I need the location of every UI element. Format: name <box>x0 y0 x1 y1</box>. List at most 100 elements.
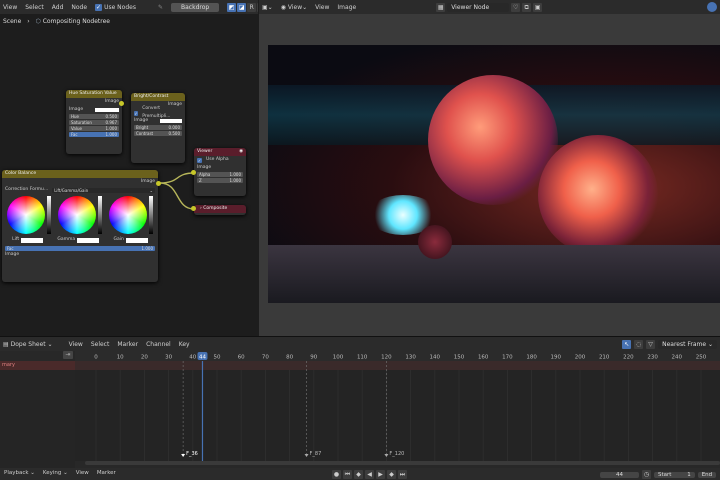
gain-value-slider[interactable] <box>148 196 153 234</box>
marker-label: F_36 <box>186 451 198 457</box>
viewer-area[interactable] <box>259 14 720 336</box>
marker-icon[interactable] <box>181 454 186 457</box>
hue-field[interactable]: Hue 0.500 <box>69 114 119 119</box>
start-frame-field[interactable]: Start 1 <box>654 471 695 478</box>
channel-r[interactable]: R <box>247 2 257 12</box>
bright-field[interactable]: Bright 0.000 <box>134 125 182 130</box>
menu-marker[interactable]: Marker <box>117 341 138 348</box>
menu-view[interactable]: View <box>315 4 329 11</box>
lift-swatch[interactable] <box>21 237 44 243</box>
pin-icon[interactable]: ✎ <box>158 4 163 11</box>
editor-type-icon[interactable]: ▣⌄ <box>262 4 273 11</box>
saturation-field[interactable]: Saturation 0.967 <box>69 120 119 125</box>
timeline-scrollbar[interactable] <box>85 461 720 465</box>
link-cb-to-composite <box>159 182 195 210</box>
gamma-color-wheel[interactable] <box>57 196 96 234</box>
alpha-field[interactable]: Alpha 1.000 <box>197 172 243 177</box>
snap-dropdown[interactable]: Nearest Frame ⌄ <box>658 339 717 349</box>
menu-view-mode[interactable]: ◉ View⌄ <box>281 4 307 11</box>
current-frame-label: 44 <box>199 355 206 361</box>
dope-sheet[interactable]: ▤ Dope Sheet ⌄ View Select Marker Channe… <box>0 337 720 468</box>
correction-method-dropdown[interactable]: Lift/Gamma/Gain ⌄ <box>52 187 155 193</box>
bright-contrast-node[interactable]: Bright/Contrast Image ✓ Convert Premultip… <box>131 93 185 163</box>
gamma-swatch[interactable] <box>77 237 100 243</box>
ruler-tick-label: 0 <box>94 355 98 361</box>
ghost-icon[interactable]: ◌ <box>634 339 644 349</box>
marker-icon[interactable] <box>304 454 309 457</box>
collapse-channels-button[interactable]: ⇥ <box>63 351 73 359</box>
hue-saturation-node[interactable]: Hue Saturation Value Image Image Hue 0.50… <box>66 90 122 154</box>
next-keyframe-icon[interactable]: ◆ <box>387 470 396 479</box>
viewer-toggle-icon[interactable]: ◉ <box>239 148 243 156</box>
unlink-icon[interactable]: ▣ <box>533 2 543 12</box>
use-nodes-toggle[interactable]: ✓ Use Nodes <box>95 3 136 11</box>
composite-node[interactable]: › Composite <box>194 205 246 215</box>
rgba-icon[interactable]: ◪ <box>237 2 247 12</box>
menu-playback[interactable]: Playback ⌄ <box>4 470 35 476</box>
render-preview <box>268 45 720 303</box>
lift-value-slider[interactable] <box>47 196 52 234</box>
rgb-icon[interactable]: ◩ <box>227 2 237 12</box>
prev-keyframe-icon[interactable]: ◆ <box>354 470 363 479</box>
editor-type-selector[interactable]: ▤ Dope Sheet ⌄ <box>3 341 53 348</box>
gamma-value-slider[interactable] <box>97 196 102 234</box>
fake-user-icon[interactable]: ♡ <box>511 2 521 12</box>
overlay-icon[interactable] <box>707 2 717 12</box>
channel-list[interactable]: mary <box>0 361 75 468</box>
menu-keying[interactable]: Keying ⌄ <box>43 470 68 476</box>
node-editor-header: View Select Add Node ✓ Use Nodes ✎ Backdr… <box>0 0 258 14</box>
gain-color-wheel[interactable] <box>108 196 147 234</box>
checkbox-icon[interactable]: ✓ <box>197 157 202 163</box>
socket-icon[interactable] <box>191 170 196 175</box>
keyframe-area[interactable]: F_36 F_87 F_120 <box>75 361 720 461</box>
channel-summary[interactable]: mary <box>0 361 75 370</box>
lift-color-wheel[interactable] <box>7 196 46 234</box>
dope-grid: F_36 F_87 F_120 <box>95 361 702 461</box>
socket-icon[interactable] <box>119 101 124 106</box>
channel-g[interactable]: G <box>257 2 258 12</box>
end-frame-field[interactable]: End <box>697 471 717 478</box>
contrast-field[interactable]: Contrast 0.500 <box>134 131 182 136</box>
gain-swatch[interactable] <box>125 237 148 243</box>
lift-wheel-group <box>7 196 52 234</box>
backdrop-button[interactable]: Backdrop <box>171 2 220 12</box>
jump-end-icon[interactable]: ⏭ <box>398 470 407 479</box>
menu-node[interactable]: Node <box>71 4 87 11</box>
marker-label: F_87 <box>310 451 322 457</box>
menu-image[interactable]: Image <box>337 4 356 11</box>
jump-start-icon[interactable]: ⏮ <box>343 470 352 479</box>
image-selector[interactable]: ▦ Viewer Node ♡ ⧉ ▣ <box>436 2 543 12</box>
menu-channel[interactable]: Channel <box>146 341 171 348</box>
checkbox-icon[interactable]: ✓ <box>134 110 139 116</box>
record-icon[interactable]: ● <box>332 470 341 479</box>
fac-field[interactable]: Fac 1.000 <box>69 132 119 137</box>
menu-select[interactable]: Select <box>91 341 110 348</box>
marker-icon[interactable] <box>384 454 389 457</box>
clock-icon[interactable]: ◷ <box>642 470 651 479</box>
timeline-ruler[interactable]: 0 10 20 30 40 44 50 60 70 80 90 100 110 120 130 140 150 1… <box>75 351 720 361</box>
play-reverse-icon[interactable]: ◀ <box>365 470 374 479</box>
value-field[interactable]: Value 1.000 <box>69 126 119 131</box>
menu-view[interactable]: View <box>3 4 17 11</box>
menu-marker[interactable]: Marker <box>97 470 116 476</box>
color-balance-node[interactable]: Color Balance Image Correction Formu... … <box>2 170 158 282</box>
menu-select[interactable]: Select <box>25 4 44 11</box>
ruler-tick-label: 90 <box>310 355 317 361</box>
current-frame-field[interactable]: 44 <box>600 471 639 478</box>
ruler-tick-label: 40 <box>189 355 196 361</box>
filter-icon[interactable]: ▽ <box>646 339 656 349</box>
play-icon[interactable]: ▶ <box>376 470 385 479</box>
menu-view[interactable]: View <box>69 341 83 348</box>
ruler-tick-label: 160 <box>478 355 489 361</box>
menu-key[interactable]: Key <box>179 341 190 348</box>
only-selected-icon[interactable]: ↖ <box>622 339 632 349</box>
chevron-right-icon: › <box>200 206 202 211</box>
socket-icon[interactable] <box>156 181 161 186</box>
menu-view[interactable]: View <box>76 470 89 476</box>
new-image-icon[interactable]: ⧉ <box>522 2 532 12</box>
node-editor-canvas[interactable]: Scene › ⬡ Compositing Nodetree Hue Satur… <box>0 14 258 336</box>
viewer-node[interactable]: Viewer ◉ ✓ Use Alpha Image Alpha 1.000 Z 1.0… <box>194 148 246 196</box>
z-field[interactable]: Z 1.000 <box>197 178 243 183</box>
menu-add[interactable]: Add <box>52 4 64 11</box>
socket-icon[interactable] <box>191 206 196 211</box>
